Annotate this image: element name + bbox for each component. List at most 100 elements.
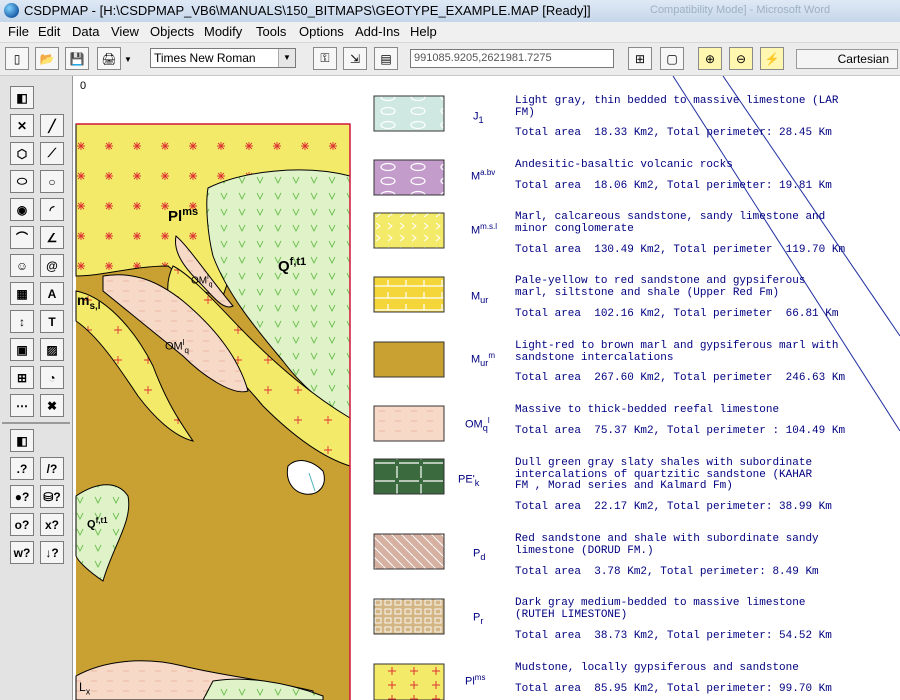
menu-help[interactable]: Help — [410, 24, 437, 39]
query-line-button[interactable]: /? — [40, 457, 64, 480]
grid-tool-icon: ⊞ — [16, 370, 28, 385]
legend-desc-7: Red sandstone and shale with subordinate… — [515, 533, 819, 557]
zoom-in-icon: ⊕ — [704, 51, 716, 66]
query-x-button[interactable]: x? — [40, 513, 64, 536]
cross-icon: ✕ — [16, 118, 28, 133]
text-tool-button[interactable]: A — [40, 282, 64, 305]
app-icon — [4, 3, 19, 18]
menu-modify[interactable]: Modify — [204, 24, 242, 39]
query-database-button[interactable]: ⛁? — [40, 485, 64, 508]
image-tool-button[interactable]: ◔ — [40, 366, 64, 389]
circle-zoom-tool-button[interactable]: ○ — [40, 170, 64, 193]
layers-button[interactable]: ▤ — [374, 47, 398, 70]
3d-box-button[interactable]: ▣ — [10, 338, 34, 361]
polyline-tool-button[interactable]: ⟋ — [40, 142, 64, 165]
full-extent-button[interactable]: ▢ — [660, 47, 684, 70]
map-label-q-ft1: Qf,t1 — [278, 256, 307, 275]
polygon-tool-button[interactable]: ⬡ — [10, 142, 34, 165]
background-window-title: Compatibility Mode] - Microsoft Word — [650, 4, 831, 16]
legend-symbol-6: PE'k — [458, 473, 480, 488]
legend-swatch-mmsl — [373, 212, 445, 249]
ring-tool-button[interactable]: ◉ — [10, 198, 34, 221]
ellipse-tool-button[interactable]: ⬭ — [10, 170, 34, 193]
cross-tool-button[interactable]: ✕ — [10, 114, 34, 137]
arc-tool-button[interactable]: ◜ — [40, 198, 64, 221]
query-point-button[interactable]: .? — [10, 457, 34, 480]
fill-tool-button[interactable]: ▦ — [10, 282, 34, 305]
zoom-out-button[interactable]: ⊖ — [729, 47, 753, 70]
open-file-button[interactable]: 📂 — [35, 47, 59, 70]
map-label-plms: Plms — [168, 206, 199, 225]
select-tool-button[interactable]: ◧ — [10, 86, 34, 109]
down-arrow-icon: ↓? — [45, 545, 59, 560]
grid-view-button[interactable]: ⊞ — [628, 47, 652, 70]
projection-field[interactable]: Cartesian — [796, 49, 898, 69]
legend-symbol-9: Plms — [465, 673, 486, 688]
arc-icon: ◜ — [49, 202, 55, 217]
legend-swatch-plms — [373, 663, 445, 700]
legend-symbol-5: OMql — [465, 416, 490, 433]
angle-tool-button[interactable]: ∠ — [40, 226, 64, 249]
menu-data[interactable]: Data — [72, 24, 99, 39]
coordinates-field[interactable]: 991085.9205,2621981.7275 — [410, 49, 614, 68]
spiral-icon: @ — [46, 258, 58, 273]
layer-select-button[interactable]: ◧ — [10, 429, 34, 452]
new-file-button[interactable]: ▯ — [5, 47, 29, 70]
query-o-button[interactable]: o? — [10, 513, 34, 536]
legend-swatch-omq — [373, 405, 445, 442]
curve-tool-button[interactable]: ⌒ — [10, 226, 34, 249]
menu-view[interactable]: View — [111, 24, 139, 39]
legend-swatch-pek — [373, 458, 445, 495]
image-icon: ◔ — [48, 370, 56, 385]
menu-options[interactable]: Options — [299, 24, 344, 39]
legend-area-7: Total area 3.78 Km2, Total perimeter: 8.… — [515, 566, 819, 578]
smiley-icon: ☺ — [15, 258, 29, 273]
spiral-tool-button[interactable]: @ — [40, 254, 64, 277]
text-format-button[interactable]: T — [40, 310, 64, 333]
tool-palette: ◧ ✕ ╱ ⬡ ⟋ ⬭ ○ ◉ ◜ ⌒ ∠ ☺ @ ▦ A ↕ T ▣ ▨ ⊞ … — [0, 76, 73, 700]
save-button[interactable]: 💾 — [65, 47, 89, 70]
legend-symbol-0: J1 — [473, 110, 484, 125]
north-arrow-button[interactable]: ↕ — [10, 310, 34, 333]
map-label-omq-1: OMlq — [191, 274, 213, 289]
query-down-button[interactable]: ↓? — [40, 541, 64, 564]
query-o-icon: o? — [14, 517, 30, 532]
key-button[interactable]: ⚿ — [313, 47, 337, 70]
font-select-value: Times New Roman — [154, 51, 256, 65]
polyline-icon: ⟋ — [47, 146, 57, 160]
menu-addins[interactable]: Add-Ins — [355, 24, 400, 39]
font-select[interactable]: Times New Roman ▼ — [150, 48, 296, 68]
query-w-button[interactable]: w? — [10, 541, 34, 564]
legend-area-8: Total area 38.73 Km2, Total perimeter: 5… — [515, 630, 832, 642]
cursor-tool-button[interactable]: ⇲ — [343, 47, 367, 70]
text-icon: A — [47, 286, 57, 301]
chevron-down-icon[interactable]: ▼ — [278, 49, 295, 67]
print-button[interactable]: 🖨 — [97, 47, 121, 70]
hatch-button[interactable]: ▨ — [40, 338, 64, 361]
pattern-icon: ▦ — [16, 286, 28, 301]
map-label-lx: Lx — [79, 680, 91, 697]
legend-area-1: Total area 18.06 Km2, Total perimeter: 1… — [515, 180, 832, 192]
delete-node-button[interactable]: ✖ — [40, 394, 64, 417]
redraw-button[interactable]: ⚡ — [760, 47, 784, 70]
map-canvas[interactable]: 0 Plms Qf,t1 OMlq OMlq ms,l Qf,t1 Lx J1 … — [73, 76, 900, 700]
dotted-region-button[interactable]: ⋯ — [10, 394, 34, 417]
menu-bar: File Edit Data View Objects Modify Tools… — [0, 22, 900, 43]
menu-file[interactable]: File — [8, 24, 29, 39]
zoom-in-button[interactable]: ⊕ — [698, 47, 722, 70]
line-tool-button[interactable]: ╱ — [40, 114, 64, 137]
symbol-tool-button[interactable]: ☺ — [10, 254, 34, 277]
menu-objects[interactable]: Objects — [150, 24, 194, 39]
menu-tools[interactable]: Tools — [256, 24, 286, 39]
query-area-button[interactable]: ●? — [10, 485, 34, 508]
delete-node-icon: ✖ — [46, 398, 58, 413]
grid-tool-button[interactable]: ⊞ — [10, 366, 34, 389]
print-dropdown-icon[interactable]: ▼ — [124, 55, 132, 64]
legend-swatch-pd — [373, 533, 445, 570]
legend-desc-8: Dark gray medium-bedded to massive limes… — [515, 597, 806, 621]
printer-icon: 🖨 — [101, 51, 117, 66]
legend-desc-0: Light gray, thin bedded to massive limes… — [515, 95, 839, 119]
legend-desc-5: Massive to thick-bedded reefal limestone — [515, 404, 780, 416]
query-w-icon: w? — [13, 545, 31, 560]
menu-edit[interactable]: Edit — [38, 24, 60, 39]
